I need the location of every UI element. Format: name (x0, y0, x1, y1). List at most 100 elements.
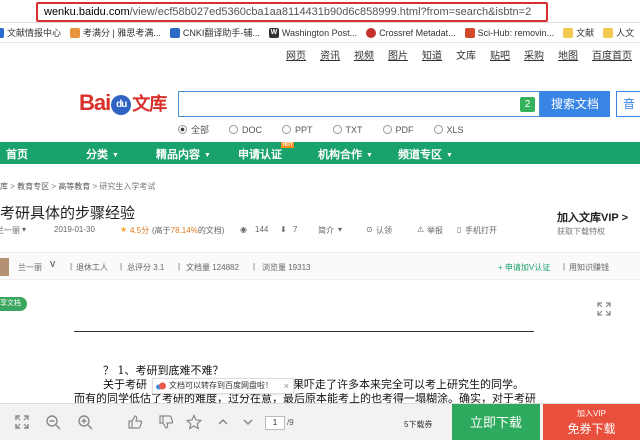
fullscreen-icon[interactable] (14, 414, 30, 430)
doc-author[interactable]: 兰一丽 (0, 225, 20, 236)
caret-down-icon: ▼ (112, 152, 119, 159)
url-path: /view/ecf58b027ed5360cba1aa8114431b90d6c… (129, 6, 532, 18)
washington-post-icon: W (268, 27, 279, 38)
bookmark-icon (464, 27, 475, 38)
bookmark-item[interactable]: 文献 (563, 26, 594, 39)
caret-down-icon: ▼ (446, 152, 453, 159)
save-to-netdisk-tooltip[interactable]: 文档可以转存到百度网盘啦！ × (152, 378, 294, 394)
bookmark-label: 考满分 | 雅思考满... (83, 28, 161, 38)
doc-certified[interactable]: 认领 (376, 225, 392, 236)
rating-note-pre: (高于 (152, 226, 171, 235)
bookmark-icon (366, 27, 377, 38)
nav-label: 精品内容 (156, 149, 200, 161)
filter-pdf[interactable]: PDF (382, 123, 414, 136)
doc-report[interactable]: 举报 (427, 225, 443, 236)
close-icon[interactable]: × (284, 379, 289, 393)
page-total: /9 (287, 418, 294, 427)
radio-icon (229, 125, 239, 134)
search-documents-button[interactable]: 搜索文档 (540, 91, 610, 117)
bookmark-label: 人文 (616, 28, 635, 38)
bookmark-item[interactable]: CNKI翻译助手-辅... (169, 26, 260, 39)
nav-link-web[interactable]: 网页 (286, 47, 306, 62)
bookmark-item[interactable]: 考满分 | 雅思考满... (70, 26, 161, 39)
bookmark-item[interactable]: 文献情报中心 (0, 26, 61, 39)
bottom-toolbar: 1 /9 5下载券 立即下载 加入VIP 免券下载 (0, 403, 640, 440)
baidu-top-nav: 网页 资讯 视频 图片 知道 文库 贴吧 采购 地图 百度首页 (272, 47, 632, 62)
bookmark-icon (0, 27, 4, 38)
nav-channels[interactable]: 频道专区 ▼ (398, 146, 453, 162)
apply-v-cert-link[interactable]: + 申请加V认证 (498, 262, 550, 273)
intro-dropdown-icon[interactable]: ▾ (338, 225, 342, 234)
vip-promo[interactable]: 加入文库VIP > 获取下载特权 (557, 209, 628, 237)
avatar[interactable] (0, 258, 9, 276)
nav-label: 申请认证 (238, 149, 282, 161)
nav-categories[interactable]: 分类 ▼ (86, 146, 119, 162)
bookmark-label: CNKI翻译助手-辅... (182, 28, 260, 38)
nav-link-images[interactable]: 图片 (388, 47, 408, 62)
filter-all[interactable]: 全部 (178, 123, 209, 136)
nav-link-news[interactable]: 资讯 (320, 47, 340, 62)
breadcrumb-item[interactable]: 高等教育 (58, 182, 90, 191)
uploader-name[interactable]: 兰一丽 (18, 262, 42, 273)
vip-free-download-button[interactable]: 加入VIP 免券下载 (543, 404, 640, 440)
eye-icon: ◉ (240, 225, 247, 234)
zoom-out-icon[interactable] (45, 414, 61, 430)
download-now-button[interactable]: 立即下载 (452, 404, 540, 440)
bookmark-label: 文献情报中心 (7, 28, 62, 38)
nav-home[interactable]: 首页 (6, 146, 28, 162)
nav-premium[interactable]: 精品内容 ▼ (156, 146, 211, 162)
secondary-search-button[interactable]: 音 (616, 91, 640, 117)
nav-link-zhidao[interactable]: 知道 (422, 47, 442, 62)
nav-link-procurement[interactable]: 采购 (524, 47, 544, 62)
bookmark-item[interactable]: W Washington Post... (268, 27, 357, 38)
filter-txt[interactable]: TXT (332, 123, 363, 136)
bookmark-item[interactable]: 人文 (603, 26, 634, 39)
certified-icon: ⊙ (366, 225, 373, 234)
nav-partnership[interactable]: 机构合作 ▼ (318, 146, 373, 162)
radio-icon (332, 125, 342, 134)
uploader-views: 浏览量 19313 (262, 263, 311, 272)
baidu-wenku-logo[interactable]: Bai du 文库 (79, 90, 167, 116)
caret-down-icon: ▼ (366, 152, 373, 159)
main-nav-bar: 首页 分类 ▼ 精品内容 ▼ 申请认证 HOT 机构合作 ▼ 频道专区 ▼ (0, 142, 640, 164)
nav-label: 频道专区 (398, 149, 442, 161)
nav-link-map[interactable]: 地图 (558, 47, 578, 62)
thumbs-up-icon[interactable] (127, 414, 143, 430)
bookmark-icon (70, 27, 81, 38)
bookmark-item[interactable]: Sci-Hub: removin... (464, 27, 554, 38)
bookmark-item[interactable]: Crossref Metadat... (366, 27, 456, 38)
nav-link-wenku[interactable]: 文库 (456, 47, 476, 62)
filter-label: PDF (395, 124, 414, 135)
nav-certification[interactable]: 申请认证 HOT (238, 142, 294, 162)
author-dropdown-icon[interactable]: ▾ (22, 225, 26, 234)
next-page-icon[interactable] (240, 414, 256, 430)
doc-date: 2019-01-30 (54, 225, 95, 234)
search-input[interactable]: 2 (178, 91, 540, 117)
filter-xls[interactable]: XLS (433, 123, 464, 136)
divider: | (178, 262, 181, 271)
zoom-in-icon[interactable] (77, 414, 93, 430)
nav-link-tieba[interactable]: 贴吧 (490, 47, 510, 62)
filter-label: TXT (345, 124, 363, 135)
doc-views: 144 (255, 225, 269, 234)
url-field[interactable]: wenku.baidu.com/view/ecf58b027ed5360cba1… (36, 2, 548, 22)
filter-doc[interactable]: DOC (229, 123, 262, 136)
expand-icon[interactable] (597, 302, 611, 316)
thumbs-down-icon[interactable] (158, 414, 174, 430)
breadcrumb-item[interactable]: 库 (0, 182, 8, 191)
bookmark-label: Crossref Metadat... (379, 27, 456, 38)
nav-link-video[interactable]: 视频 (354, 47, 374, 62)
tooltip-text: 文档可以转存到百度网盘啦！ (169, 381, 273, 390)
previous-page-icon[interactable] (215, 414, 231, 430)
doc-open-mobile[interactable]: 手机打开 (465, 225, 497, 236)
earn-with-knowledge-link[interactable]: 用知识赚钱 (569, 262, 609, 273)
filter-ppt[interactable]: PPT (282, 123, 313, 136)
paw-icon: du (111, 95, 132, 115)
star-icon[interactable] (186, 414, 202, 430)
page-number-input[interactable]: 1 (265, 416, 285, 430)
breadcrumb-item[interactable]: 教育专区 (17, 182, 49, 191)
rating-percent: 78.14% (170, 226, 198, 235)
doc-intro[interactable]: 简介 (318, 225, 334, 236)
divider: | (120, 262, 123, 271)
nav-link-baidu-home[interactable]: 百度首页 (592, 47, 632, 62)
